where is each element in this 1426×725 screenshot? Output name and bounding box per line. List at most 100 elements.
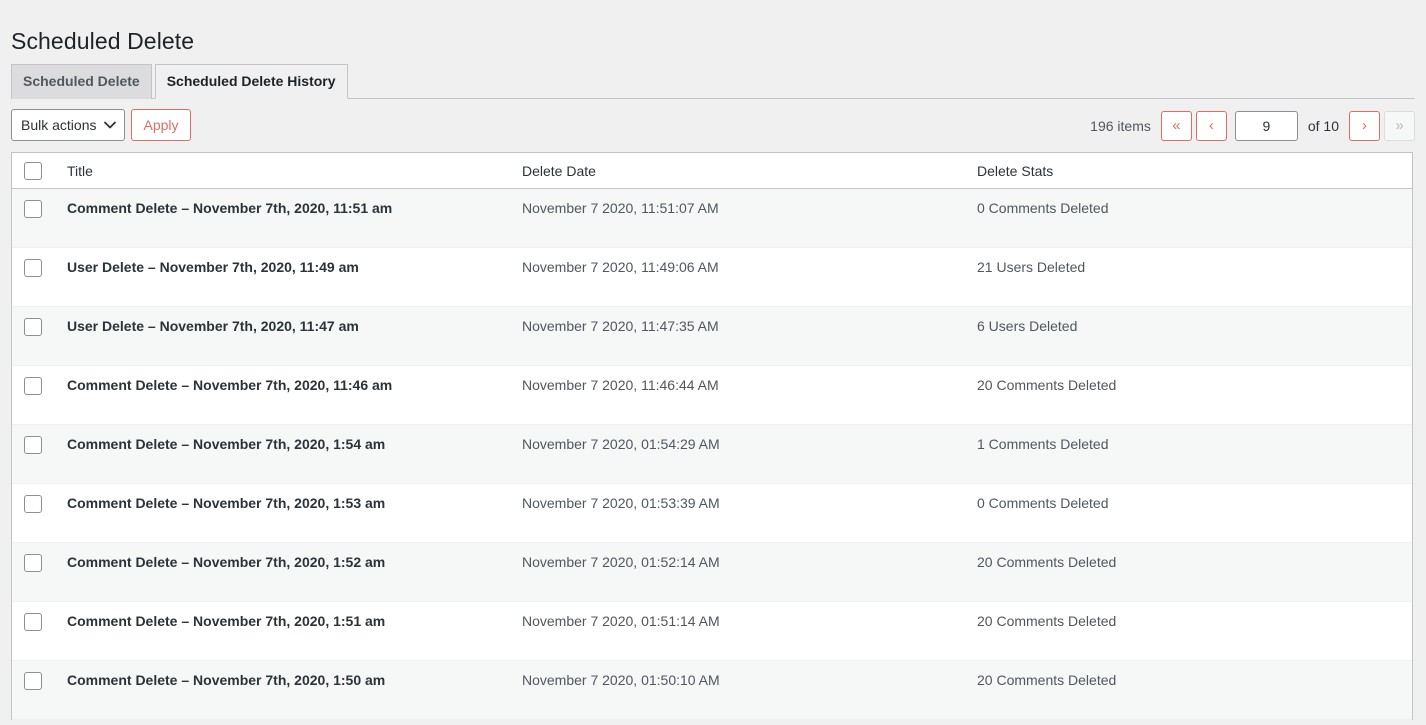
row-checkbox[interactable] xyxy=(24,672,42,691)
row-checkbox[interactable] xyxy=(24,318,42,337)
row-delete-stats: 21 Users Deleted xyxy=(977,259,1086,275)
select-all-header xyxy=(12,153,57,189)
tab-scheduled-delete-history[interactable]: Scheduled Delete History xyxy=(154,64,348,99)
row-title-cell: Comment Delete – November 7th, 2020, 1:5… xyxy=(57,543,512,602)
row-date-cell: November 7 2020, 01:54:29 AM xyxy=(512,425,967,484)
table-row: Comment Delete – November 7th, 2020, 1:5… xyxy=(12,425,1412,484)
first-page-button[interactable]: « xyxy=(1160,111,1192,141)
row-checkbox[interactable] xyxy=(24,613,42,632)
table-row: User Delete – November 7th, 2020, 11:47 … xyxy=(12,307,1412,366)
row-title-cell: Comment Delete – November 7th, 2020, 1:5… xyxy=(57,425,512,484)
row-stats-cell: 20 Comments Deleted xyxy=(967,366,1412,425)
row-stats-cell: 20 Comments Deleted xyxy=(967,661,1412,720)
column-header-delete-date[interactable]: Delete Date xyxy=(512,153,967,189)
row-checkbox[interactable] xyxy=(24,436,42,455)
row-title-cell: Comment Delete – November 7th, 2020, 1:5… xyxy=(57,661,512,720)
column-header-title[interactable]: Title xyxy=(57,153,512,189)
admin-page: Scheduled Delete Scheduled Delete Schedu… xyxy=(0,0,1426,725)
row-title-cell: Comment Delete – November 7th, 2020, 1:5… xyxy=(57,484,512,543)
row-title-cell: User Delete – November 7th, 2020, 11:47 … xyxy=(57,307,512,366)
row-delete-date: November 7 2020, 11:51:07 AM xyxy=(522,200,719,216)
row-title: Comment Delete – November 7th, 2020, 11:… xyxy=(67,377,393,393)
row-title: Comment Delete – November 7th, 2020, 1:5… xyxy=(67,495,386,511)
row-delete-date: November 7 2020, 11:46:44 AM xyxy=(522,377,719,393)
row-date-cell: November 7 2020, 11:47:35 AM xyxy=(512,307,967,366)
table-body: Comment Delete – November 7th, 2020, 11:… xyxy=(12,189,1412,720)
row-checkbox[interactable] xyxy=(24,495,42,514)
row-delete-date: November 7 2020, 01:50:10 AM xyxy=(522,672,720,688)
row-select-cell xyxy=(12,661,57,720)
row-date-cell: November 7 2020, 01:51:14 AM xyxy=(512,602,967,661)
tab-scheduled-delete[interactable]: Scheduled Delete xyxy=(11,64,152,99)
table-row: Comment Delete – November 7th, 2020, 1:5… xyxy=(12,484,1412,543)
row-delete-date: November 7 2020, 11:49:06 AM xyxy=(522,259,719,275)
row-select-cell xyxy=(12,248,57,307)
current-page-input[interactable] xyxy=(1234,111,1298,141)
row-title: Comment Delete – November 7th, 2020, 1:5… xyxy=(67,436,386,452)
table-row: Comment Delete – November 7th, 2020, 1:5… xyxy=(12,661,1412,720)
bulk-actions-select-value: Bulk actions xyxy=(21,117,97,133)
row-delete-date: November 7 2020, 01:51:14 AM xyxy=(522,613,720,629)
row-title-cell: Comment Delete – November 7th, 2020, 1:5… xyxy=(57,602,512,661)
row-checkbox[interactable] xyxy=(24,200,42,219)
next-page-button[interactable]: › xyxy=(1349,111,1380,141)
row-title: Comment Delete – November 7th, 2020, 1:5… xyxy=(67,613,386,629)
pagination-controls: 196 items « ‹ of 10 › » xyxy=(1090,109,1415,143)
row-select-cell xyxy=(12,366,57,425)
row-delete-date: November 7 2020, 01:54:29 AM xyxy=(522,436,720,452)
table-row: Comment Delete – November 7th, 2020, 11:… xyxy=(12,366,1412,425)
bulk-actions-group: Bulk actions Apply xyxy=(11,109,191,141)
bulk-actions-select[interactable]: Bulk actions xyxy=(11,109,126,141)
row-delete-stats: 20 Comments Deleted xyxy=(977,377,1117,393)
row-select-cell xyxy=(12,189,57,248)
row-date-cell: November 7 2020, 11:51:07 AM xyxy=(512,189,967,248)
row-title-cell: User Delete – November 7th, 2020, 11:49 … xyxy=(57,248,512,307)
table-row: Comment Delete – November 7th, 2020, 11:… xyxy=(12,189,1412,248)
last-page-button: » xyxy=(1384,111,1415,141)
row-checkbox[interactable] xyxy=(24,377,42,396)
table-row: Comment Delete – November 7th, 2020, 1:5… xyxy=(12,543,1412,602)
row-title-cell: Comment Delete – November 7th, 2020, 11:… xyxy=(57,189,512,248)
row-stats-cell: 20 Comments Deleted xyxy=(967,602,1412,661)
items-count: 196 items xyxy=(1090,118,1151,134)
total-pages-label: of 10 xyxy=(1307,118,1339,134)
row-stats-cell: 1 Comments Deleted xyxy=(967,425,1412,484)
row-title-cell: Comment Delete – November 7th, 2020, 11:… xyxy=(57,366,512,425)
table-row: User Delete – November 7th, 2020, 11:49 … xyxy=(12,248,1412,307)
row-delete-stats: 1 Comments Deleted xyxy=(977,436,1109,452)
previous-page-button[interactable]: ‹ xyxy=(1195,111,1227,141)
row-title: User Delete – November 7th, 2020, 11:47 … xyxy=(67,318,359,334)
row-date-cell: November 7 2020, 11:49:06 AM xyxy=(512,248,967,307)
row-stats-cell: 0 Comments Deleted xyxy=(967,484,1412,543)
row-select-cell xyxy=(12,425,57,484)
row-delete-stats: 20 Comments Deleted xyxy=(977,672,1117,688)
page-title: Scheduled Delete xyxy=(11,28,195,55)
table-header-row: Title Delete Date Delete Stats xyxy=(12,153,1412,189)
row-delete-stats: 0 Comments Deleted xyxy=(977,495,1109,511)
row-title: Comment Delete – November 7th, 2020, 1:5… xyxy=(67,672,386,688)
row-title: Comment Delete – November 7th, 2020, 11:… xyxy=(67,200,393,216)
row-select-cell xyxy=(12,307,57,366)
row-delete-date: November 7 2020, 01:53:39 AM xyxy=(522,495,720,511)
row-date-cell: November 7 2020, 11:46:44 AM xyxy=(512,366,967,425)
row-select-cell xyxy=(12,484,57,543)
history-table: Title Delete Date Delete Stats Comment D… xyxy=(11,152,1413,720)
column-header-delete-stats[interactable]: Delete Stats xyxy=(967,153,1412,189)
row-checkbox[interactable] xyxy=(24,554,42,573)
row-stats-cell: 21 Users Deleted xyxy=(967,248,1412,307)
row-delete-date: November 7 2020, 11:47:35 AM xyxy=(522,318,719,334)
select-all-checkbox[interactable] xyxy=(24,162,42,180)
apply-button[interactable]: Apply xyxy=(131,109,191,141)
row-delete-date: November 7 2020, 01:52:14 AM xyxy=(522,554,720,570)
table-row: Comment Delete – November 7th, 2020, 1:5… xyxy=(12,602,1412,661)
row-delete-stats: 6 Users Deleted xyxy=(977,318,1078,334)
row-delete-stats: 0 Comments Deleted xyxy=(977,200,1109,216)
row-date-cell: November 7 2020, 01:53:39 AM xyxy=(512,484,967,543)
row-delete-stats: 20 Comments Deleted xyxy=(977,613,1117,629)
row-stats-cell: 20 Comments Deleted xyxy=(967,543,1412,602)
row-checkbox[interactable] xyxy=(24,259,42,278)
table-head: Title Delete Date Delete Stats xyxy=(12,153,1412,189)
row-stats-cell: 6 Users Deleted xyxy=(967,307,1412,366)
row-delete-stats: 20 Comments Deleted xyxy=(977,554,1117,570)
row-date-cell: November 7 2020, 01:52:14 AM xyxy=(512,543,967,602)
